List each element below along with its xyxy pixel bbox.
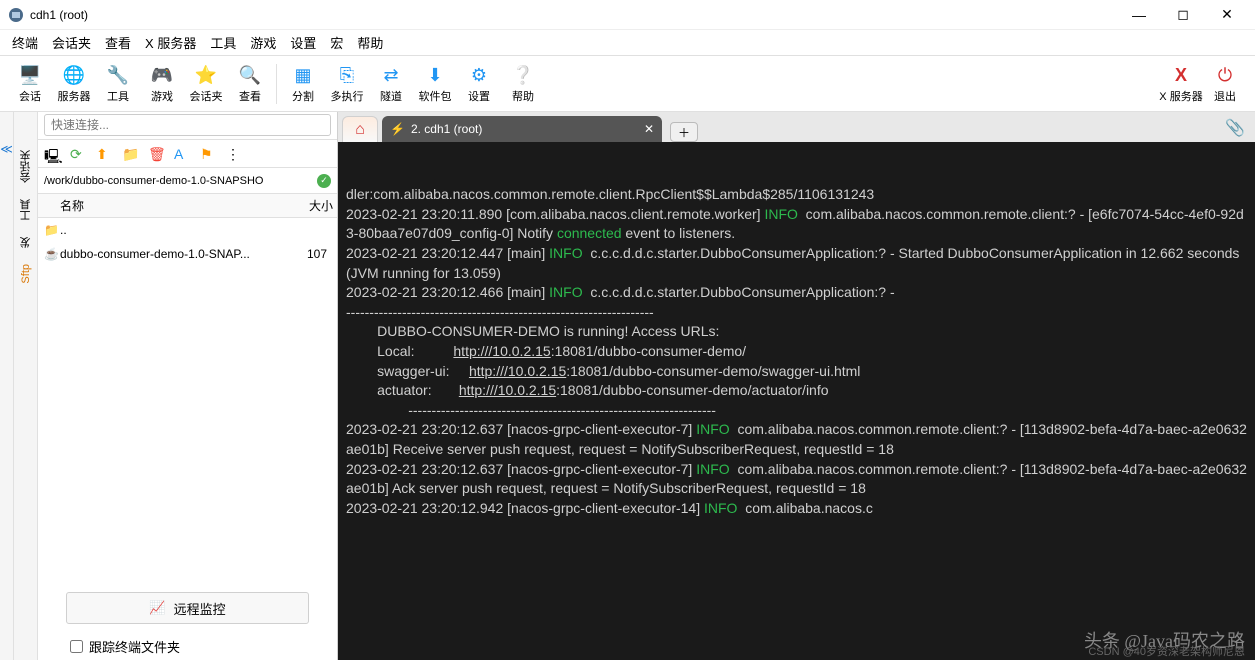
home-tab[interactable]: ⌂ [342,116,378,142]
edit-icon[interactable]: A [174,146,190,162]
tab-close-icon[interactable]: ✕ [644,122,654,136]
current-path[interactable]: /work/dubbo-consumer-demo-1.0-SNAPSHO [44,175,317,187]
gamepad-icon: 🎮 [150,64,174,88]
quick-connect-row [38,112,337,140]
tool-session[interactable]: 🖥️会话 [8,58,52,110]
menu-sessions[interactable]: 会话夹 [52,33,91,52]
content: ≪ 会话夹 工具 发 Sftp 🖳 ⟳ ⬆ 📁 🗑 A ⚑ ⋮ /work/du… [0,112,1255,660]
folder-up-icon: 📁 [44,223,60,237]
menu-macros[interactable]: 宏 [330,33,343,52]
refresh-icon[interactable]: ⟳ [70,146,86,162]
parent-icon[interactable]: ⬆ [96,146,112,162]
tool-settings[interactable]: ⚙设置 [457,58,501,110]
tab-strip: ⌂ ⚡ 2. cdh1 (root) ✕ ＋ 📎 [338,112,1255,142]
monitor-icon: 🖥️ [18,64,42,88]
tab-lightning-icon: ⚡ [390,122,405,136]
window-title: cdh1 (root) [30,8,1127,22]
close-button[interactable]: ✕ [1215,3,1239,27]
newfolder-icon[interactable]: 📁 [122,146,138,162]
tool-tunnel[interactable]: ⇄隧道 [369,58,413,110]
tool-games[interactable]: 🎮游戏 [140,58,184,110]
vertical-tabs: 会话夹 工具 发 Sftp [14,112,38,660]
computer-icon[interactable]: 🖳 [44,146,60,162]
terminal-tab-active[interactable]: ⚡ 2. cdh1 (root) ✕ [382,116,662,142]
menu-settings[interactable]: 设置 [290,33,316,52]
window-controls: — ◻ ✕ [1127,3,1247,27]
help-icon: ❔ [511,64,535,88]
col-size-header[interactable]: 大小 [299,197,337,214]
vtab-tools[interactable]: 工具 [16,191,36,229]
java-icon: ☕ [44,247,60,261]
maximize-button[interactable]: ◻ [1171,3,1195,27]
more-icon[interactable]: ⋮ [226,146,242,162]
menu-xserver[interactable]: X 服务器 [145,33,196,52]
vtab-sftp[interactable]: Sftp [18,256,34,292]
globe-icon: 🌐 [62,64,86,88]
monitor-small-icon: 📈 [149,600,165,616]
menu-help[interactable]: 帮助 [357,33,383,52]
toolbar: 🖥️会话 🌐服务器 🔧工具 🎮游戏 ⭐会话夹 🔍查看 ▦分割 ⎘多执行 ⇄隧道 … [0,56,1255,112]
app-icon [8,7,24,23]
power-icon: ⏻ [1213,64,1237,88]
download-icon: ⬇ [423,64,447,88]
search-icon: 🔍 [238,64,262,88]
split-icon: ▦ [291,64,315,88]
wrench-icon: 🔧 [106,64,130,88]
tool-view[interactable]: 🔍查看 [228,58,272,110]
watermark-text: 头条 @Java码农之路 [1084,629,1245,654]
quick-connect-input[interactable] [44,114,331,136]
sftp-sidebar: 🖳 ⟳ ⬆ 📁 🗑 A ⚑ ⋮ /work/dubbo-consumer-dem… [38,112,338,660]
file-row-parent[interactable]: 📁 .. [38,218,337,242]
file-list: 📁 .. ☕ dubbo-consumer-demo-1.0-SNAP... 1… [38,218,337,584]
minimize-button[interactable]: — [1127,3,1151,27]
trash-icon[interactable]: 🗑 [148,146,164,162]
tool-split[interactable]: ▦分割 [281,58,325,110]
gear-icon: ⚙ [467,64,491,88]
tunnel-icon: ⇄ [379,64,403,88]
separator [276,64,277,104]
follow-checkbox-input[interactable] [70,640,83,653]
x-icon: X [1169,64,1193,88]
tool-xserver[interactable]: XX 服务器 [1159,58,1203,110]
tool-tools[interactable]: 🔧工具 [96,58,140,110]
home-icon: ⌂ [355,121,365,139]
tool-multiexec[interactable]: ⎘多执行 [325,58,369,110]
watermark-csdn: CSDN @40岁资深老架构师尼恩 [1088,645,1245,660]
vtab-sessions[interactable]: 会话夹 [16,142,36,191]
tool-help[interactable]: ❔帮助 [501,58,545,110]
titlebar: cdh1 (root) — ◻ ✕ [0,0,1255,30]
file-toolbar: 🖳 ⟳ ⬆ 📁 🗑 A ⚑ ⋮ [38,140,337,168]
file-header: 名称 大小 [38,194,337,218]
vtab-send[interactable]: 发 [16,229,36,256]
terminal-output[interactable]: dler:com.alibaba.nacos.common.remote.cli… [338,142,1255,660]
path-row: /work/dubbo-consumer-demo-1.0-SNAPSHO ✓ [38,168,337,194]
tool-server[interactable]: 🌐服务器 [52,58,96,110]
follow-terminal-checkbox[interactable]: 跟踪终端文件夹 [38,632,337,660]
path-ok-icon: ✓ [317,174,331,188]
tool-sessions-folder[interactable]: ⭐会话夹 [184,58,228,110]
multiexec-icon: ⎘ [335,64,359,88]
terminal-area: ⌂ ⚡ 2. cdh1 (root) ✕ ＋ 📎 dler:com.alibab… [338,112,1255,660]
tab-title: 2. cdh1 (root) [411,122,482,136]
menu-tools[interactable]: 工具 [210,33,236,52]
new-tab-button[interactable]: ＋ [670,122,698,142]
col-name-header[interactable]: 名称 [60,197,299,214]
tool-exit[interactable]: ⏻退出 [1203,58,1247,110]
remote-monitor-button[interactable]: 📈 远程监控 [66,592,309,624]
paperclip-icon[interactable]: 📎 [1225,118,1245,138]
menu-games[interactable]: 游戏 [250,33,276,52]
collapse-handle[interactable]: ≪ [0,112,14,660]
flag-icon[interactable]: ⚑ [200,146,216,162]
menubar: 终端 会话夹 查看 X 服务器 工具 游戏 设置 宏 帮助 [0,30,1255,56]
menu-terminal[interactable]: 终端 [12,33,38,52]
file-row-jar[interactable]: ☕ dubbo-consumer-demo-1.0-SNAP... 107 [38,242,337,266]
tool-packages[interactable]: ⬇软件包 [413,58,457,110]
menu-view[interactable]: 查看 [105,33,131,52]
star-icon: ⭐ [194,64,218,88]
